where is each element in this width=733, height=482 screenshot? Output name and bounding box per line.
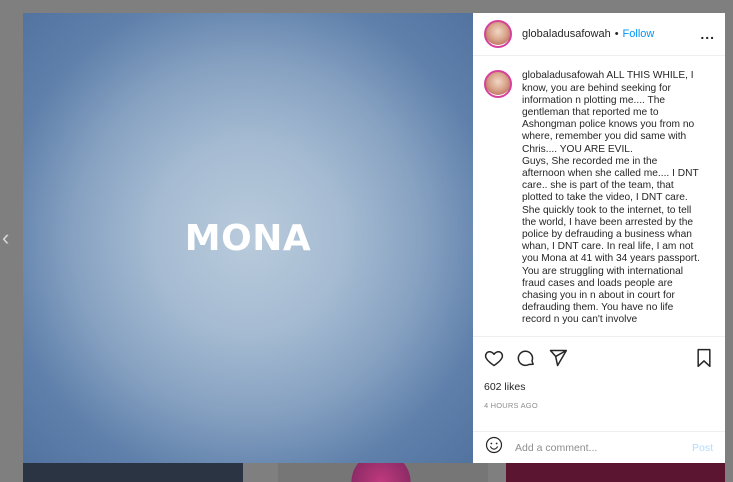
caption-text: ALL THIS WHILE, I know, you are behind s… <box>522 70 695 155</box>
avatar[interactable] <box>484 20 512 49</box>
thumbnail <box>23 463 243 482</box>
separator: • <box>614 28 619 41</box>
image-text: MONA <box>184 218 312 259</box>
post-sidebar: globaladusafowah • Follow ... globaladus… <box>473 13 725 463</box>
comment-bar: Post <box>473 431 725 463</box>
caption-username[interactable]: globaladusafowah <box>522 70 604 81</box>
post-actions: 602 likes 4 HOURS AGO <box>473 336 725 431</box>
background-thumbnails <box>23 463 725 482</box>
caption: globaladusafowah ALL THIS WHILE, I know,… <box>522 70 702 336</box>
thumbnail <box>278 463 488 482</box>
emoji-icon[interactable] <box>485 436 503 459</box>
post-comment-button[interactable]: Post <box>692 442 713 454</box>
avatar[interactable] <box>484 70 512 99</box>
caption-area: globaladusafowah ALL THIS WHILE, I know,… <box>473 56 725 336</box>
caption-text-continued: Guys, She recorded me in the afternoon w… <box>522 155 700 326</box>
thumbnail-image <box>336 463 426 482</box>
post-modal: MONA globaladusafowah • Follow ... globa… <box>23 13 725 463</box>
post-timestamp[interactable]: 4 HOURS AGO <box>484 401 713 410</box>
chevron-left-icon[interactable]: ‹ <box>2 227 18 249</box>
share-icon[interactable] <box>548 348 568 368</box>
more-icon[interactable]: ... <box>700 26 715 42</box>
post-image[interactable]: MONA <box>23 13 473 463</box>
thumbnail <box>506 463 725 482</box>
header-username[interactable]: globaladusafowah <box>522 28 611 40</box>
like-count[interactable]: 602 likes <box>484 381 713 393</box>
post-header: globaladusafowah • Follow ... <box>473 13 725 57</box>
action-icons <box>484 347 713 369</box>
follow-button[interactable]: Follow <box>623 28 655 40</box>
heart-icon[interactable] <box>484 348 504 368</box>
comment-input[interactable] <box>515 441 692 454</box>
bookmark-icon[interactable] <box>695 348 713 368</box>
comment-icon[interactable] <box>516 348 536 368</box>
